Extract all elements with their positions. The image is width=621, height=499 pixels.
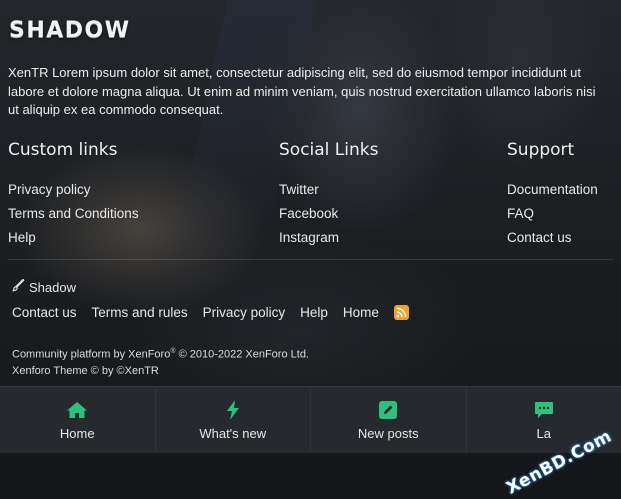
home-icon	[66, 400, 88, 420]
nav-label: New posts	[358, 426, 419, 441]
copyright-platform[interactable]: Community platform by XenForo	[12, 349, 170, 361]
nav-new-posts[interactable]: New posts	[311, 387, 467, 453]
nav-label: La	[537, 426, 551, 441]
column-title: Custom links	[8, 140, 139, 160]
link-help[interactable]: Help	[8, 226, 139, 250]
footer-links: Contact us Terms and rules Privacy polic…	[12, 305, 409, 320]
copyright: Community platform by XenForo® © 2010-20…	[12, 344, 309, 379]
footer-link-help[interactable]: Help	[300, 305, 328, 320]
link-contact-us[interactable]: Contact us	[507, 226, 598, 250]
copyright-line-1: Community platform by XenForo® © 2010-20…	[12, 344, 309, 363]
copyright-years: © 2010-2022 XenForo Ltd.	[176, 349, 309, 361]
link-twitter[interactable]: Twitter	[279, 178, 378, 202]
column-title: Support	[507, 140, 598, 160]
nav-whats-new[interactable]: What's new	[156, 387, 312, 453]
link-documentation[interactable]: Documentation	[507, 178, 598, 202]
comments-icon	[533, 400, 555, 420]
social-links-column: Social Links Twitter Facebook Instagram	[279, 140, 378, 250]
site-logo[interactable]: SHADOW	[9, 18, 131, 43]
link-faq[interactable]: FAQ	[507, 202, 598, 226]
about-text: XenTR Lorem ipsum dolor sit amet, consec…	[8, 64, 608, 120]
style-chooser[interactable]: Shadow	[12, 279, 76, 295]
link-privacy-policy[interactable]: Privacy policy	[8, 178, 139, 202]
rss-icon[interactable]	[394, 305, 409, 320]
link-instagram[interactable]: Instagram	[279, 226, 378, 250]
footer-link-contact-us[interactable]: Contact us	[12, 305, 77, 320]
footer-link-terms-rules[interactable]: Terms and rules	[92, 305, 188, 320]
bolt-icon	[222, 400, 244, 420]
paint-brush-icon	[12, 279, 25, 295]
bottom-nav: Home What's new New posts	[0, 386, 621, 453]
footer-link-privacy-policy[interactable]: Privacy policy	[203, 305, 286, 320]
link-facebook[interactable]: Facebook	[279, 202, 378, 226]
nav-label: Home	[60, 426, 95, 441]
link-terms-conditions[interactable]: Terms and Conditions	[8, 202, 139, 226]
footer-link-home[interactable]: Home	[343, 305, 379, 320]
copyright-line-2: Xenforo Theme © by ©XenTR	[12, 363, 309, 379]
custom-links-column: Custom links Privacy policy Terms and Co…	[8, 140, 139, 250]
edit-icon	[377, 400, 399, 420]
nav-home[interactable]: Home	[0, 387, 156, 453]
support-column: Support Documentation FAQ Contact us	[507, 140, 598, 250]
column-title: Social Links	[279, 140, 378, 160]
nav-label: What's new	[199, 426, 266, 441]
footer-divider	[8, 259, 613, 260]
style-chooser-label: Shadow	[29, 280, 76, 295]
